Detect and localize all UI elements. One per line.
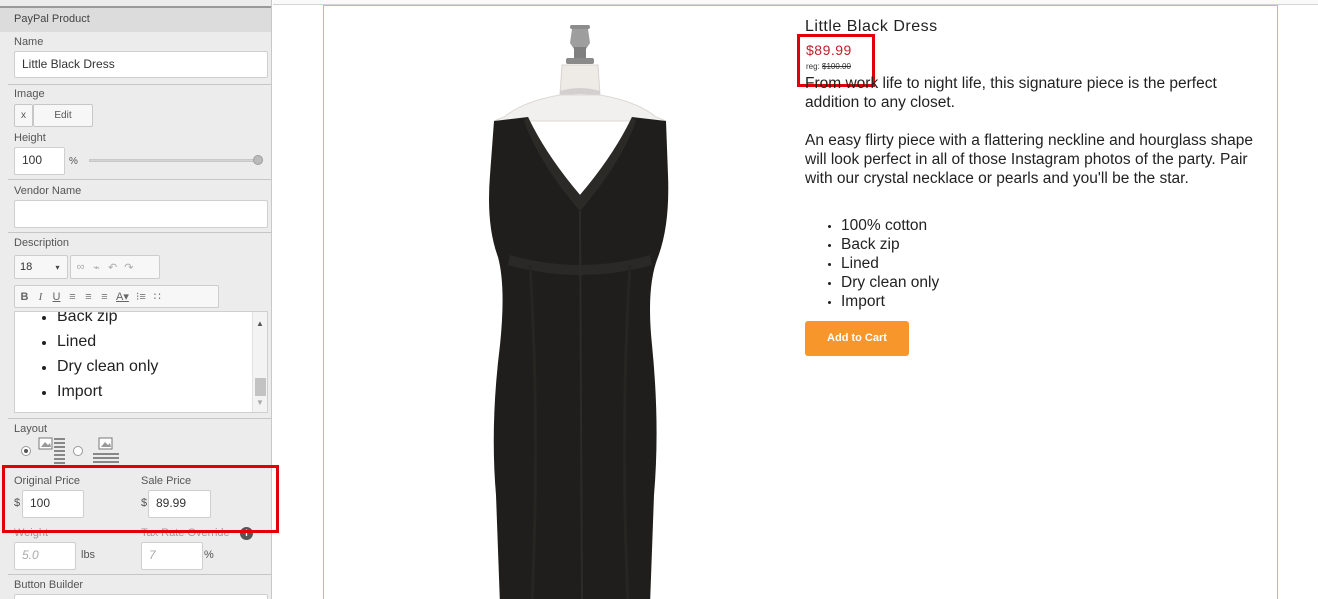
product-description: From work life to night life, this signa…: [805, 74, 1265, 207]
edit-image-button[interactable]: Edit: [33, 104, 93, 127]
divider: [8, 179, 271, 180]
product-image: [489, 25, 669, 599]
feature-item: Import: [828, 292, 939, 311]
divider: [8, 232, 271, 233]
price-fields-highlight: [2, 465, 279, 533]
layout-radio-image-top[interactable]: [73, 446, 83, 456]
divider: [8, 418, 271, 419]
tax-rate-unit: %: [204, 549, 214, 561]
layout-label: Layout: [14, 423, 48, 435]
description-paragraph: An easy flirty piece with a flattering n…: [805, 132, 1254, 187]
link-toolbar: ∞ ⌁ ↶ ↷: [70, 255, 160, 279]
editor-list-item: Dry clean only: [39, 354, 158, 379]
button-builder-label: Button Builder: [14, 579, 84, 591]
text-color-icon[interactable]: A▾: [116, 290, 129, 303]
remove-image-button[interactable]: x: [14, 104, 33, 127]
weight-input[interactable]: 5.0: [14, 542, 76, 570]
vendor-name-input[interactable]: [14, 200, 268, 228]
feature-item: 100% cotton: [828, 216, 939, 235]
editor-scrollbar[interactable]: ▲ ▼: [252, 312, 267, 412]
image-label: Image: [14, 88, 45, 100]
divider: [8, 574, 271, 575]
product-feature-list: 100% cotton Back zip Lined Dry clean onl…: [828, 216, 939, 311]
layout-image-left-icon: [38, 437, 65, 464]
divider: [8, 84, 271, 85]
unordered-list-icon[interactable]: ∷: [153, 290, 162, 303]
chevron-down-icon: ▾: [55, 262, 60, 272]
undo-icon[interactable]: ↶: [108, 261, 117, 274]
bold-icon[interactable]: B: [20, 291, 29, 303]
panel-title: PayPal Product: [0, 8, 271, 32]
scroll-down-icon[interactable]: ▼: [256, 398, 264, 407]
align-right-icon[interactable]: ≡: [100, 291, 109, 303]
height-slider[interactable]: [89, 159, 259, 162]
height-label: Height: [14, 132, 46, 144]
align-left-icon[interactable]: ≡: [68, 291, 77, 303]
layout-radio-image-left[interactable]: [21, 446, 31, 456]
height-unit: %: [69, 156, 78, 167]
align-center-icon[interactable]: ≡: [84, 291, 93, 303]
scrollbar-thumb[interactable]: [255, 378, 266, 396]
ordered-list-icon[interactable]: ⁝≡: [136, 290, 146, 303]
editor-list-item: Import: [39, 379, 158, 404]
add-to-cart-button[interactable]: Add to Cart: [805, 321, 909, 356]
scroll-up-icon[interactable]: ▲: [256, 319, 264, 328]
editor-list-item: Back zip: [39, 312, 158, 329]
redo-icon[interactable]: ↷: [124, 261, 133, 274]
name-input[interactable]: Little Black Dress: [14, 51, 268, 78]
description-editor[interactable]: Back zip Lined Dry clean only Import ▲ ▼: [14, 311, 268, 413]
layout-image-top-icon: [93, 437, 119, 463]
description-paragraph: From work life to night life, this signa…: [805, 75, 1217, 111]
underline-icon[interactable]: U: [52, 291, 61, 303]
format-toolbar: B I U ≡ ≡ ≡ A▾ ⁝≡ ∷: [14, 285, 219, 308]
unlink-icon[interactable]: ⌁: [92, 261, 101, 274]
feature-item: Back zip: [828, 235, 939, 254]
name-label: Name: [14, 36, 44, 48]
vendor-label: Vendor Name: [14, 185, 82, 197]
editor-list-item: Lined: [39, 329, 158, 354]
tax-rate-input[interactable]: 7: [141, 542, 203, 570]
font-size-value: 18: [20, 261, 33, 273]
button-builder-field[interactable]: [14, 594, 268, 599]
feature-item: Dry clean only: [828, 273, 939, 292]
font-size-select[interactable]: 18 ▾: [14, 255, 68, 279]
feature-item: Lined: [828, 254, 939, 273]
height-input[interactable]: 100: [14, 147, 65, 175]
italic-icon[interactable]: I: [36, 291, 45, 303]
link-icon[interactable]: ∞: [76, 261, 85, 273]
weight-unit: lbs: [81, 549, 96, 561]
description-label: Description: [14, 237, 70, 249]
height-slider-handle[interactable]: [253, 155, 263, 165]
